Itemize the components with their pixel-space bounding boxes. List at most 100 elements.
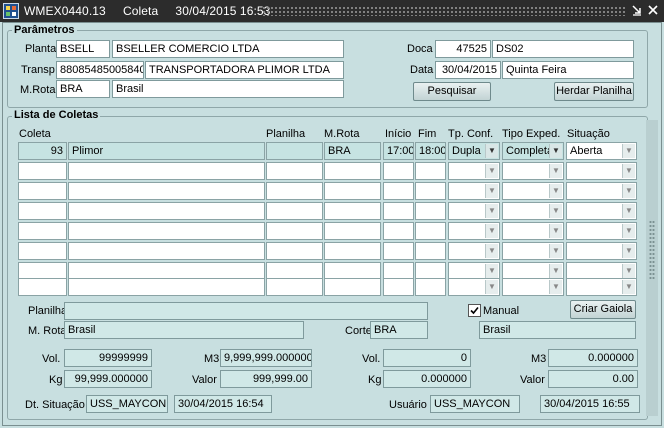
dropdown-arrow-icon[interactable]: ▼ [485, 164, 498, 178]
dropdown-arrow-icon[interactable]: ▼ [549, 224, 562, 238]
table-cell-select[interactable]: ▼ [502, 278, 564, 296]
transp-name-field[interactable]: TRANSPORTADORA PLIMOR LTDA [145, 61, 344, 79]
table-cell[interactable] [18, 222, 67, 240]
planta-name-field[interactable]: BSELLER COMERCIO LTDA [112, 40, 344, 58]
row1-situacao-select[interactable]: Aberta ▼ [566, 142, 637, 160]
planta-code-field[interactable]: BSELL [56, 40, 110, 58]
dropdown-arrow-icon[interactable]: ▼ [549, 264, 562, 278]
row1-tipoexped-select[interactable]: Completa ▼ [502, 142, 564, 160]
dropdown-arrow-icon[interactable]: ▼ [549, 184, 562, 198]
dropdown-arrow-icon[interactable]: ▼ [622, 224, 635, 238]
table-cell[interactable] [18, 182, 67, 200]
table-cell[interactable] [68, 222, 265, 240]
close-icon[interactable] [646, 3, 660, 17]
row1-nome[interactable]: Plimor [68, 142, 265, 160]
pesquisar-button[interactable]: Pesquisar [413, 82, 491, 101]
table-cell[interactable] [415, 182, 446, 200]
table-cell[interactable] [68, 202, 265, 220]
dropdown-arrow-icon[interactable]: ▼ [485, 184, 498, 198]
table-cell-select[interactable]: ▼ [448, 278, 500, 296]
row1-coleta[interactable]: 93 [18, 142, 67, 160]
table-cell[interactable] [415, 202, 446, 220]
dropdown-arrow-icon[interactable]: ▼ [485, 144, 498, 158]
table-cell-select[interactable]: ▼ [566, 162, 637, 180]
table-cell[interactable] [266, 222, 323, 240]
table-cell-select[interactable]: ▼ [566, 182, 637, 200]
table-cell[interactable] [18, 162, 67, 180]
dropdown-arrow-icon[interactable]: ▼ [485, 244, 498, 258]
dropdown-arrow-icon[interactable]: ▼ [549, 244, 562, 258]
table-cell-select[interactable]: ▼ [566, 242, 637, 260]
dropdown-arrow-icon[interactable]: ▼ [549, 280, 562, 294]
table-cell[interactable] [324, 182, 381, 200]
row1-tpconf-select[interactable]: Dupla ▼ [448, 142, 500, 160]
table-cell[interactable] [18, 242, 67, 260]
table-cell[interactable] [324, 202, 381, 220]
table-cell[interactable] [383, 202, 414, 220]
table-cell[interactable] [415, 162, 446, 180]
row1-fim[interactable]: 18:00 [415, 142, 446, 160]
dropdown-arrow-icon[interactable]: ▼ [622, 204, 635, 218]
table-cell-select[interactable]: ▼ [502, 222, 564, 240]
dropdown-arrow-icon[interactable]: ▼ [622, 164, 635, 178]
table-cell-select[interactable]: ▼ [502, 162, 564, 180]
table-cell-select[interactable]: ▼ [502, 202, 564, 220]
dropdown-arrow-icon[interactable]: ▼ [485, 264, 498, 278]
dropdown-arrow-icon[interactable]: ▼ [622, 244, 635, 258]
table-cell-select[interactable]: ▼ [502, 182, 564, 200]
doca-name-field[interactable]: DS02 [492, 40, 634, 58]
table-cell[interactable] [68, 278, 265, 296]
planilha-field[interactable] [64, 302, 428, 320]
table-cell[interactable] [266, 242, 323, 260]
mrota-detalhe-field[interactable]: Brasil [64, 321, 304, 339]
table-cell-select[interactable]: ▼ [566, 278, 637, 296]
row1-mrota[interactable]: BRA [324, 142, 381, 160]
table-cell[interactable] [415, 242, 446, 260]
table-cell-select[interactable]: ▼ [448, 202, 500, 220]
dropdown-arrow-icon[interactable]: ▼ [485, 204, 498, 218]
table-cell[interactable] [383, 162, 414, 180]
dropdown-arrow-icon[interactable]: ▼ [549, 204, 562, 218]
table-cell[interactable] [415, 278, 446, 296]
table-cell[interactable] [266, 202, 323, 220]
table-cell[interactable] [18, 202, 67, 220]
vertical-scrollbar[interactable] [646, 120, 658, 416]
manual-checkbox[interactable] [468, 304, 481, 317]
mrota-code-field[interactable]: BRA [56, 80, 110, 98]
table-cell[interactable] [324, 242, 381, 260]
dropdown-arrow-icon[interactable]: ▼ [549, 144, 562, 158]
table-cell[interactable] [415, 222, 446, 240]
herdar-planilha-button[interactable]: Herdar Planilha [554, 82, 634, 101]
table-cell[interactable] [68, 182, 265, 200]
table-cell[interactable] [324, 222, 381, 240]
corte-name-field[interactable]: Brasil [479, 321, 636, 339]
dropdown-arrow-icon[interactable]: ▼ [622, 280, 635, 294]
table-cell[interactable] [266, 182, 323, 200]
data-field[interactable]: 30/04/2015 [435, 61, 501, 79]
mrota-name-field[interactable]: Brasil [112, 80, 344, 98]
dropdown-arrow-icon[interactable]: ▼ [622, 184, 635, 198]
table-cell-select[interactable]: ▼ [448, 162, 500, 180]
table-cell[interactable] [266, 162, 323, 180]
row1-inicio[interactable]: 17:00 [383, 142, 414, 160]
table-cell-select[interactable]: ▼ [448, 182, 500, 200]
table-cell[interactable] [68, 242, 265, 260]
dropdown-arrow-icon[interactable]: ▼ [622, 144, 635, 158]
table-cell[interactable] [383, 182, 414, 200]
table-cell[interactable] [18, 278, 67, 296]
minimize-icon[interactable] [630, 3, 644, 17]
doca-code-field[interactable]: 47525 [435, 40, 491, 58]
table-cell-select[interactable]: ▼ [566, 202, 637, 220]
table-cell-select[interactable]: ▼ [448, 242, 500, 260]
criar-gaiola-button[interactable]: Criar Gaiola [570, 300, 636, 319]
table-cell-select[interactable]: ▼ [566, 222, 637, 240]
dropdown-arrow-icon[interactable]: ▼ [485, 280, 498, 294]
dropdown-arrow-icon[interactable]: ▼ [549, 164, 562, 178]
table-cell-select[interactable]: ▼ [448, 222, 500, 240]
dropdown-arrow-icon[interactable]: ▼ [485, 224, 498, 238]
table-cell[interactable] [383, 278, 414, 296]
table-cell[interactable] [68, 162, 265, 180]
table-cell[interactable] [383, 222, 414, 240]
scrollbar-grip[interactable] [649, 220, 655, 280]
transp-code-field[interactable]: 88085485005840 [56, 61, 144, 79]
